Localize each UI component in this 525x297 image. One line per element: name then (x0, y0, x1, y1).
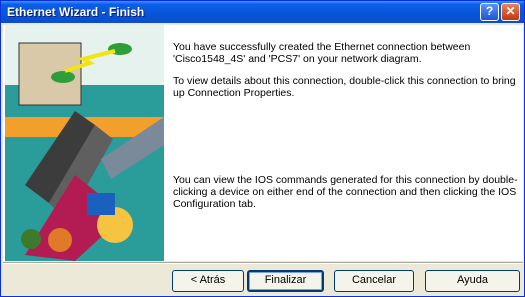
wizard-window: Ethernet Wizard - Finish ? ✕ You have su… (0, 0, 525, 297)
success-message: You have successfully created the Ethern… (173, 41, 471, 65)
content-panel: You have successfully created the Ethern… (3, 25, 523, 261)
close-button[interactable]: ✕ (501, 3, 520, 21)
divider (3, 262, 523, 264)
help-button[interactable]: Ayuda (425, 270, 520, 292)
cancel-button[interactable]: Cancelar (334, 270, 414, 292)
title-bar[interactable]: Ethernet Wizard - Finish ? ✕ (1, 1, 524, 23)
wizard-illustration (5, 25, 164, 261)
back-button[interactable]: < Atrás (172, 270, 244, 292)
window-title: Ethernet Wizard - Finish (7, 5, 145, 19)
finish-button[interactable]: Finalizar (247, 270, 324, 292)
message-area: You have successfully created the Ethern… (173, 41, 518, 210)
ios-message: You can view the IOS commands generated … (173, 174, 518, 210)
help-title-button[interactable]: ? (480, 3, 499, 21)
details-message: To view details about this connection, d… (173, 75, 516, 99)
